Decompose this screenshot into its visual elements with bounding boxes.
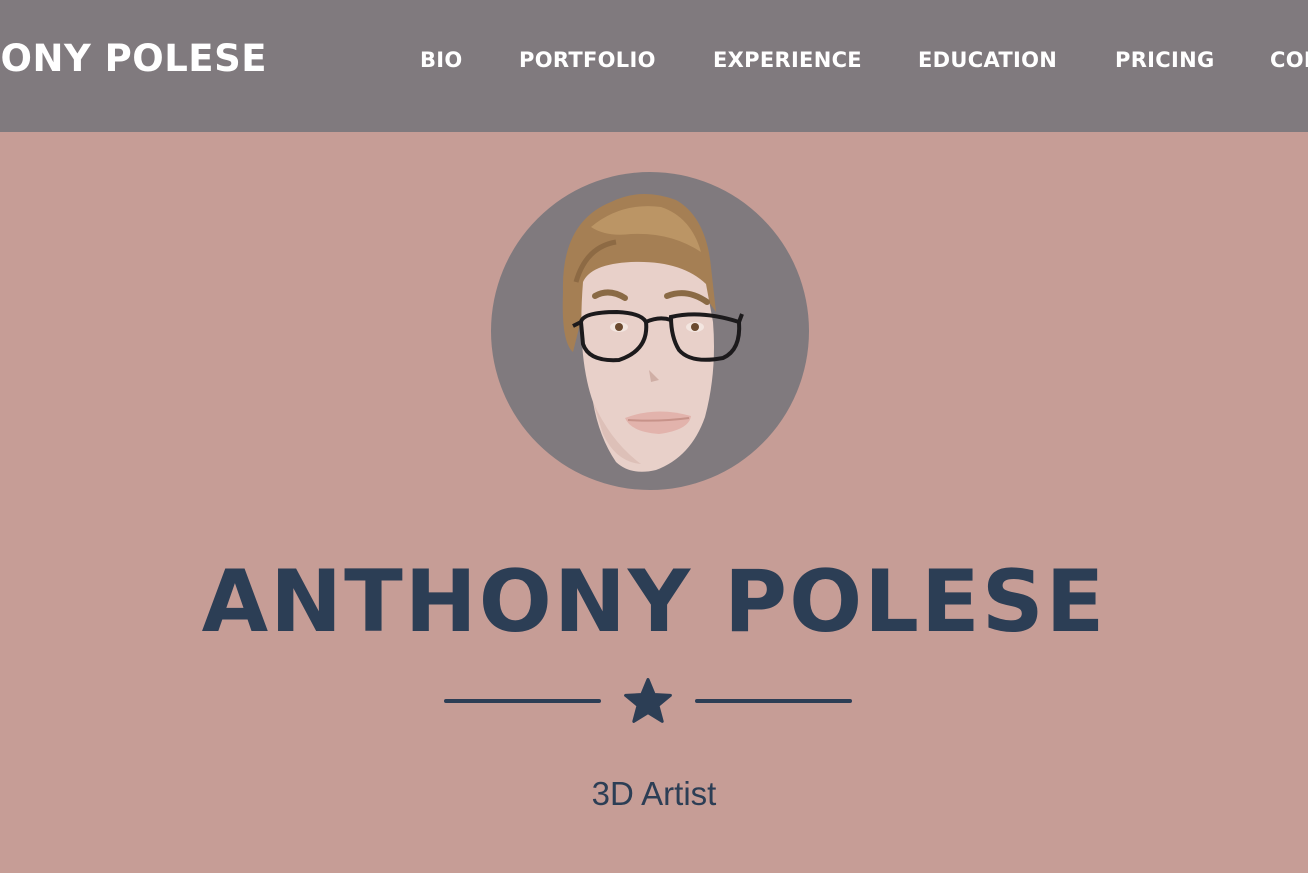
brand-link[interactable]: ANTHONY POLESE [0, 36, 267, 82]
hero-subtitle: 3D Artist [591, 775, 717, 812]
nav-link-experience[interactable]: EXPERIENCE [713, 45, 862, 75]
nav-link-pricing[interactable]: PRICING [1115, 45, 1215, 75]
divider-line-left [444, 699, 601, 703]
star-divider [444, 678, 852, 726]
nav-link-portfolio[interactable]: PORTFOLIO [519, 45, 656, 75]
nav-link-bio[interactable]: BIO [420, 45, 463, 75]
divider-line-right [695, 699, 852, 703]
nav-link-contact[interactable]: CONTACT [1270, 45, 1308, 75]
navbar: ANTHONY POLESE BIO PORTFOLIO EXPERIENCE … [0, 0, 1308, 132]
hero-section: ANTHONY POLESE 3D Artist [0, 132, 1308, 873]
star-icon [624, 678, 672, 723]
avatar [491, 172, 809, 490]
avatar-portrait-icon [562, 193, 744, 472]
nav-link-education[interactable]: EDUCATION [918, 45, 1057, 75]
hero-title: ANTHONY POLESE [201, 552, 1107, 652]
